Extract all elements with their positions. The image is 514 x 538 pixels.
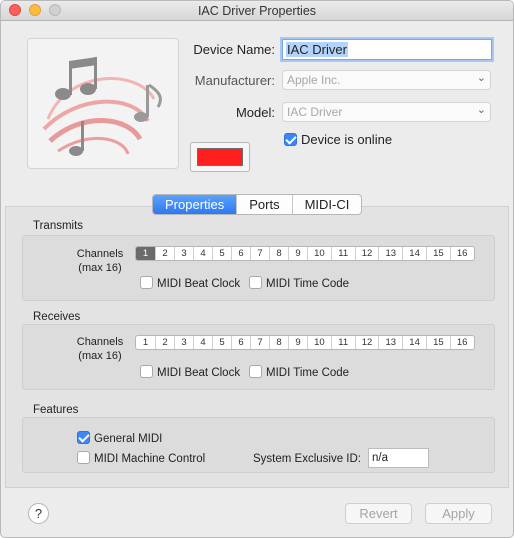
channel-9-button[interactable]: 9 bbox=[288, 336, 307, 349]
transmits-beat-clock-checkbox[interactable]: MIDI Beat Clock bbox=[140, 276, 240, 290]
channel-3-button[interactable]: 3 bbox=[174, 336, 193, 349]
help-button[interactable]: ? bbox=[28, 503, 49, 524]
receives-beat-clock-label: MIDI Beat Clock bbox=[157, 367, 241, 379]
transmits-time-code-checkbox[interactable]: MIDI Time Code bbox=[249, 276, 349, 290]
properties-window: IAC Driver Properties Device Name: IAC D… bbox=[0, 0, 514, 538]
window-title: IAC Driver Properties bbox=[197, 4, 317, 18]
checkbox-unchecked-icon[interactable] bbox=[140, 365, 153, 378]
channel-4-button[interactable]: 4 bbox=[193, 336, 212, 349]
machine-control-checkbox[interactable]: MIDI Machine Control bbox=[77, 451, 205, 465]
channel-7-button[interactable]: 7 bbox=[250, 336, 269, 349]
transmits-beat-clock-label: MIDI Beat Clock bbox=[157, 278, 241, 290]
channel-8-button[interactable]: 8 bbox=[269, 336, 288, 349]
channel-5-button[interactable]: 5 bbox=[212, 247, 231, 260]
chevron-down-icon: ⌄ bbox=[476, 72, 486, 84]
channel-4-button[interactable]: 4 bbox=[193, 247, 212, 260]
receives-beat-clock-checkbox[interactable]: MIDI Beat Clock bbox=[140, 365, 240, 379]
device-online-checkbox[interactable]: Device is online bbox=[284, 132, 392, 147]
channel-7-button[interactable]: 7 bbox=[250, 247, 269, 260]
channel-12-button[interactable]: 12 bbox=[354, 336, 379, 349]
tab-properties[interactable]: Properties bbox=[153, 195, 237, 214]
checkbox-unchecked-icon[interactable] bbox=[249, 365, 262, 378]
channel-14-button[interactable]: 14 bbox=[402, 336, 426, 349]
apply-button[interactable]: Apply bbox=[425, 503, 492, 524]
checkbox-unchecked-icon[interactable] bbox=[77, 451, 90, 464]
transmits-time-code-label: MIDI Time Code bbox=[266, 278, 350, 290]
channel-3-button[interactable]: 3 bbox=[174, 247, 193, 260]
checkbox-unchecked-icon[interactable] bbox=[249, 276, 262, 289]
receives-heading: Receives bbox=[33, 311, 81, 323]
channel-6-button[interactable]: 6 bbox=[231, 336, 250, 349]
manufacturer-popup[interactable]: Apple Inc. ⌄ bbox=[282, 70, 491, 90]
channel-13-button[interactable]: 13 bbox=[378, 336, 402, 349]
receives-channels-label: Channels (max 16) bbox=[76, 336, 124, 362]
tab-midi-ci[interactable]: MIDI-CI bbox=[291, 195, 362, 214]
chevron-down-icon: ⌄ bbox=[476, 104, 486, 116]
checkbox-unchecked-icon[interactable] bbox=[140, 276, 153, 289]
general-midi-label: General MIDI bbox=[94, 433, 163, 445]
channel-2-button[interactable]: 2 bbox=[155, 336, 174, 349]
tab-ports[interactable]: Ports bbox=[236, 195, 291, 214]
channel-10-button[interactable]: 10 bbox=[307, 247, 331, 260]
manufacturer-label: Manufacturer: bbox=[194, 73, 275, 88]
title-bar[interactable]: IAC Driver Properties bbox=[1, 1, 513, 21]
channel-2-button[interactable]: 2 bbox=[155, 247, 174, 260]
channel-6-button[interactable]: 6 bbox=[231, 247, 250, 260]
device-name-field[interactable]: IAC Driver bbox=[282, 39, 492, 60]
revert-button[interactable]: Revert bbox=[345, 503, 412, 524]
channel-5-button[interactable]: 5 bbox=[212, 336, 231, 349]
receives-channel-selector[interactable]: 1 2 3 4 5 6 7 8 9 10 11 12 13 14 15 16 bbox=[135, 335, 475, 350]
checkbox-checked-icon[interactable] bbox=[77, 431, 90, 444]
general-midi-checkbox[interactable]: General MIDI bbox=[77, 431, 162, 445]
device-name-label: Device Name: bbox=[193, 42, 275, 57]
transmits-channels-label: Channels (max 16) bbox=[76, 248, 124, 274]
channel-8-button[interactable]: 8 bbox=[269, 247, 288, 260]
device-info-area: Device Name: IAC Driver Manufacturer: Ap… bbox=[1, 22, 513, 197]
features-heading: Features bbox=[33, 404, 79, 416]
transmits-heading: Transmits bbox=[33, 220, 84, 232]
channel-16-button[interactable]: 16 bbox=[449, 247, 474, 260]
channel-15-button[interactable]: 15 bbox=[425, 247, 450, 260]
channel-15-button[interactable]: 15 bbox=[425, 336, 450, 349]
model-label: Model: bbox=[235, 105, 275, 120]
device-online-label: Device is online bbox=[301, 132, 393, 147]
channel-12-button[interactable]: 12 bbox=[354, 247, 379, 260]
device-name-value: IAC Driver bbox=[286, 42, 348, 57]
channel-1-button[interactable]: 1 bbox=[136, 336, 155, 349]
channel-13-button[interactable]: 13 bbox=[378, 247, 402, 260]
channel-9-button[interactable]: 9 bbox=[288, 247, 307, 260]
receives-time-code-label: MIDI Time Code bbox=[266, 367, 350, 379]
color-swatch bbox=[197, 148, 243, 166]
manufacturer-value: Apple Inc. bbox=[287, 73, 341, 87]
sysex-id-label: System Exclusive ID: bbox=[253, 453, 361, 465]
channel-10-button[interactable]: 10 bbox=[307, 336, 331, 349]
model-value: IAC Driver bbox=[287, 105, 343, 119]
channel-11-button[interactable]: 11 bbox=[330, 247, 355, 260]
model-popup[interactable]: IAC Driver ⌄ bbox=[282, 102, 491, 122]
sysex-id-field[interactable]: n/a bbox=[368, 448, 429, 468]
channel-1-button[interactable]: 1 bbox=[136, 247, 155, 260]
tab-bar: Properties Ports MIDI-CI bbox=[152, 194, 363, 215]
checkbox-checked-icon[interactable] bbox=[284, 133, 297, 146]
device-icon-well[interactable] bbox=[27, 38, 179, 169]
machine-control-label: MIDI Machine Control bbox=[94, 453, 206, 465]
channel-14-button[interactable]: 14 bbox=[402, 247, 426, 260]
channel-16-button[interactable]: 16 bbox=[449, 336, 474, 349]
device-color-well[interactable] bbox=[190, 142, 250, 172]
receives-time-code-checkbox[interactable]: MIDI Time Code bbox=[249, 365, 349, 379]
transmits-channel-selector[interactable]: 1 2 3 4 5 6 7 8 9 10 11 12 13 14 15 16 bbox=[135, 246, 475, 261]
channel-11-button[interactable]: 11 bbox=[330, 336, 355, 349]
